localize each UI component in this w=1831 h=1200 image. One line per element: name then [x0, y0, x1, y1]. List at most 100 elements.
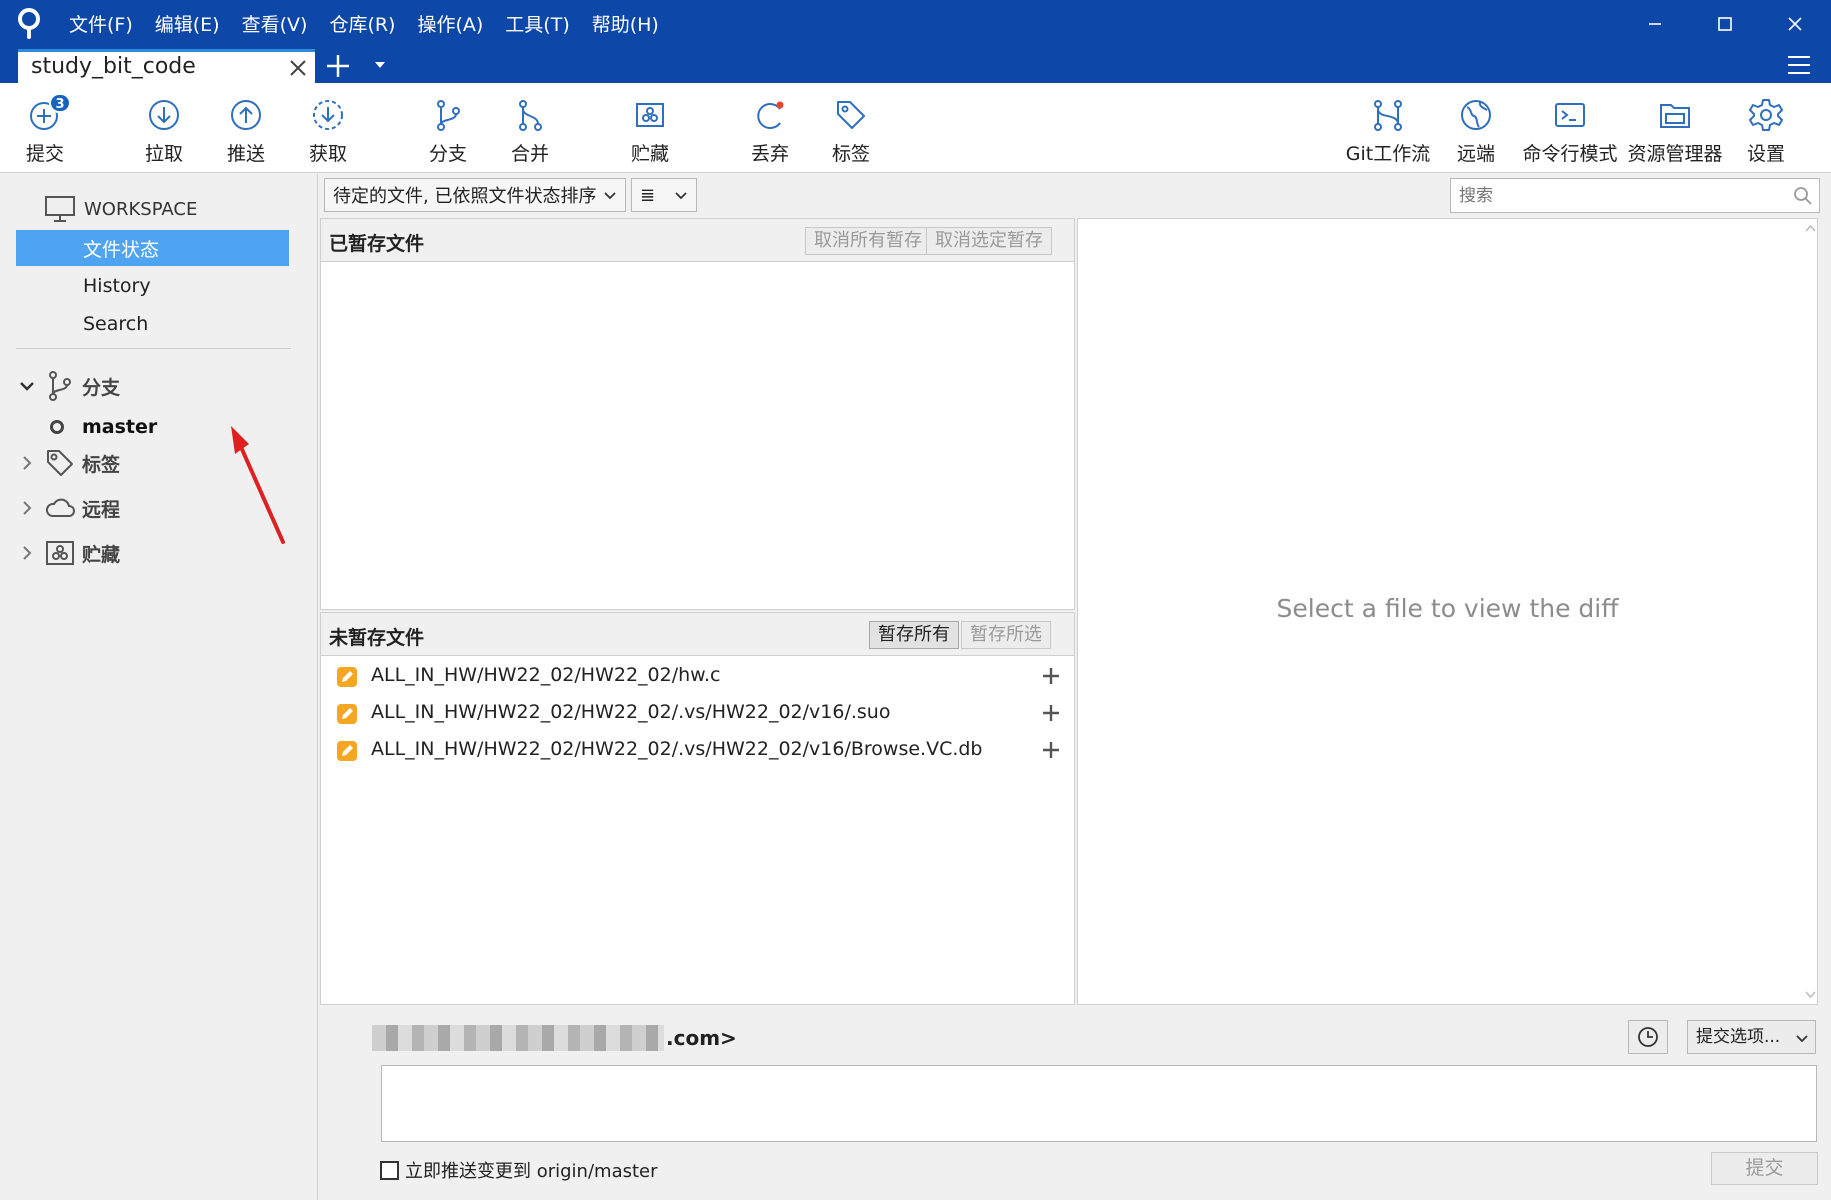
- chevron-down-icon: [20, 382, 34, 391]
- close-tab-icon[interactable]: [288, 58, 308, 78]
- merge-icon: [519, 100, 542, 131]
- file-row[interactable]: ALL_IN_HW/HW22_02/HW22_02/.vs/HW22_02/v1…: [321, 731, 1074, 768]
- commit-count-badge: 3: [49, 93, 71, 113]
- chevron-right-icon: [23, 546, 32, 560]
- sourcetree-logo-icon: [18, 8, 40, 39]
- commit-button[interactable]: 3 提交: [14, 83, 76, 173]
- unstage-selected-button[interactable]: 取消选定暂存: [926, 227, 1052, 255]
- sidebar-section-tags[interactable]: 标签: [16, 445, 296, 481]
- search-input[interactable]: [1459, 185, 1779, 206]
- diff-panel: Select a file to view the diff: [1077, 218, 1818, 1005]
- discard-label: 丢弃: [750, 143, 789, 165]
- sidebar-item-history[interactable]: History: [16, 268, 289, 304]
- push-button[interactable]: 推送: [217, 83, 275, 173]
- stage-file-plus-icon[interactable]: [1041, 703, 1061, 723]
- maximize-button[interactable]: [1690, 0, 1760, 47]
- search-icon: [1794, 187, 1812, 205]
- pull-icon: [149, 100, 179, 130]
- stage-file-plus-icon[interactable]: [1041, 666, 1061, 686]
- menu-help[interactable]: 帮助(H): [581, 10, 670, 37]
- sidebar-item-search[interactable]: Search: [16, 306, 289, 342]
- tag-button[interactable]: 标签: [822, 83, 880, 173]
- settings-button[interactable]: 设置: [1737, 83, 1795, 173]
- sidebar-item-file-status[interactable]: 文件状态: [16, 230, 289, 266]
- branch-label: master: [82, 416, 158, 438]
- repo-tab[interactable]: study_bit_code: [18, 49, 315, 83]
- cloud-icon: [45, 498, 75, 517]
- stashes-label: 贮藏: [82, 543, 121, 566]
- current-branch-marker: [50, 420, 64, 434]
- menu-edit[interactable]: 编辑(E): [144, 10, 231, 37]
- stage-selected-button[interactable]: 暂存所选: [961, 621, 1051, 649]
- branch-master[interactable]: master: [50, 412, 157, 442]
- chevron-right-icon: [23, 501, 32, 515]
- clock-icon: [1638, 1027, 1658, 1047]
- chevron-down-icon: [675, 192, 687, 200]
- diff-scrollbar[interactable]: [1803, 218, 1818, 1005]
- stage-all-button[interactable]: 暂存所有: [869, 621, 959, 649]
- commit-message-input[interactable]: [381, 1065, 1817, 1142]
- explorer-label: 资源管理器: [1627, 143, 1723, 165]
- menu-tools[interactable]: 工具(T): [494, 10, 580, 37]
- stage-file-plus-icon[interactable]: [1041, 740, 1061, 760]
- terminal-button[interactable]: 命令行模式: [1520, 83, 1620, 173]
- terminal-label: 命令行模式: [1522, 143, 1618, 165]
- add-tab-icon[interactable]: [324, 52, 352, 80]
- branch-button[interactable]: 分支: [419, 83, 477, 173]
- staged-files-header: 已暂存文件 取消所有暂存 取消选定暂存: [321, 219, 1074, 262]
- remote-button[interactable]: 远端: [1445, 83, 1507, 173]
- branch-icon: [49, 371, 71, 401]
- discard-button[interactable]: 丢弃: [741, 83, 799, 173]
- commit-submit-button[interactable]: 提交: [1711, 1152, 1818, 1185]
- menu-repository[interactable]: 仓库(R): [318, 10, 406, 37]
- stash-icon: [636, 103, 664, 127]
- sidebar-divider: [16, 348, 291, 349]
- redacted-author-name: [372, 1025, 664, 1051]
- repo-tab-label: study_bit_code: [31, 54, 196, 79]
- unstage-all-button[interactable]: 取消所有暂存: [805, 227, 931, 255]
- remote-label: 远端: [1456, 143, 1495, 165]
- sidebar-section-branches[interactable]: 分支: [16, 368, 296, 404]
- explorer-button[interactable]: 资源管理器: [1625, 83, 1725, 173]
- discard-icon: [757, 101, 784, 129]
- terminal-icon: [1555, 103, 1585, 127]
- pull-label: 拉取: [144, 143, 183, 165]
- tab-dropdown-icon[interactable]: [372, 57, 388, 73]
- menu-actions[interactable]: 操作(A): [406, 10, 494, 37]
- hamburger-menu-icon[interactable]: [1786, 53, 1812, 77]
- stash-icon: [46, 541, 74, 565]
- view-mode-select[interactable]: ≣: [631, 178, 697, 212]
- tag-icon: [47, 450, 73, 476]
- fetch-button[interactable]: 获取: [299, 83, 357, 173]
- menu-file[interactable]: 文件(F): [58, 10, 144, 37]
- minimize-button[interactable]: [1620, 0, 1690, 47]
- diff-placeholder: Select a file to view the diff: [1276, 594, 1619, 623]
- branches-label: 分支: [82, 376, 121, 399]
- pull-button[interactable]: 拉取: [135, 83, 193, 173]
- modified-file-icon: [337, 741, 357, 761]
- commit-history-button[interactable]: [1628, 1020, 1668, 1054]
- commit-options-label: 提交选项...: [1696, 1027, 1781, 1047]
- file-row[interactable]: ALL_IN_HW/HW22_02/HW22_02/hw.c: [321, 657, 1074, 694]
- close-window-button[interactable]: [1760, 0, 1830, 47]
- merge-button[interactable]: 合并: [501, 83, 559, 173]
- commit-options-dropdown[interactable]: 提交选项...: [1687, 1020, 1816, 1054]
- sidebar-section-remotes[interactable]: 远程: [16, 490, 296, 526]
- staged-files-title: 已暂存文件: [329, 233, 425, 255]
- staged-files-panel: 已暂存文件 取消所有暂存 取消选定暂存: [320, 218, 1075, 610]
- commit-icon: 3: [27, 93, 71, 133]
- file-sort-select[interactable]: 待定的文件, 已依照文件状态排序: [324, 178, 626, 212]
- file-path: ALL_IN_HW/HW22_02/HW22_02/.vs/HW22_02/v1…: [371, 738, 983, 760]
- menu-view[interactable]: 查看(V): [231, 10, 319, 37]
- workspace-header: WORKSPACE: [44, 192, 197, 226]
- push-immediately-option[interactable]: 立即推送变更到 origin/master: [380, 1158, 658, 1182]
- git-flow-button[interactable]: Git工作流: [1340, 83, 1436, 173]
- author-email-suffix: .com>: [666, 1026, 737, 1050]
- stash-button[interactable]: 贮藏: [620, 83, 680, 173]
- sidebar-section-stashes[interactable]: 贮藏: [16, 535, 296, 571]
- tags-label: 标签: [82, 453, 121, 476]
- chevron-down-icon: [604, 192, 616, 200]
- search-box[interactable]: [1450, 178, 1820, 213]
- push-immediately-checkbox[interactable]: [380, 1160, 399, 1180]
- file-row[interactable]: ALL_IN_HW/HW22_02/HW22_02/.vs/HW22_02/v1…: [321, 694, 1074, 731]
